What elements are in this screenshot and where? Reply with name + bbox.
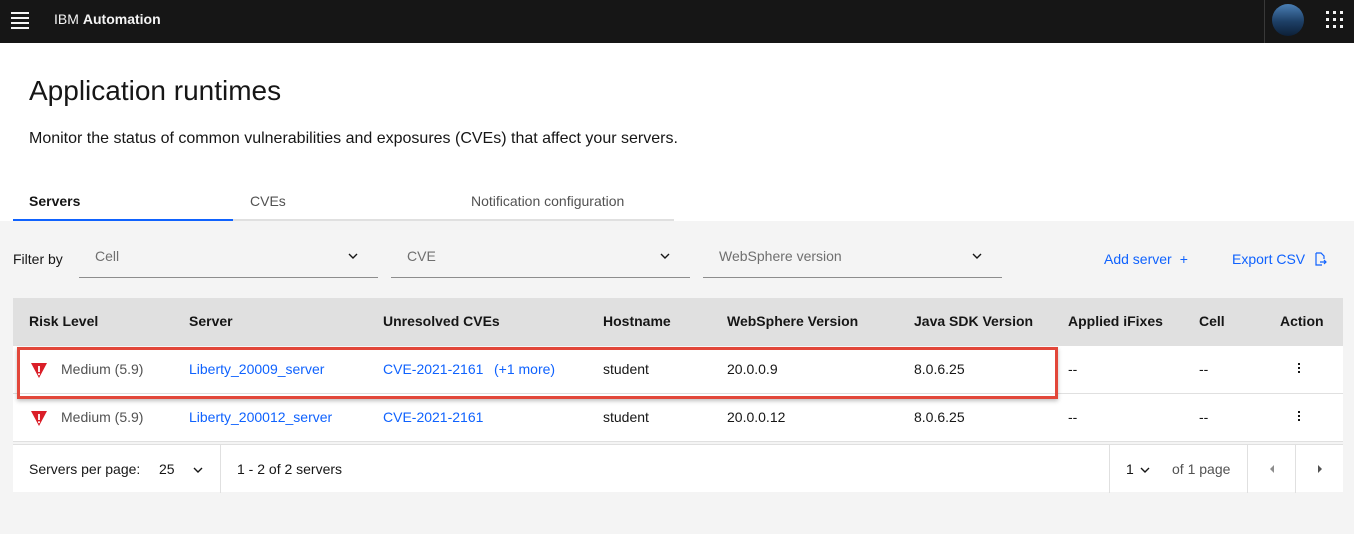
chevron-down-icon	[348, 253, 358, 259]
add-server-label: Add server	[1104, 251, 1172, 267]
column-header-hostname[interactable]: Hostname	[603, 313, 671, 329]
page-description: Monitor the status of common vulnerabili…	[29, 130, 678, 147]
app-switcher-icon[interactable]	[1326, 11, 1344, 29]
cve-link[interactable]: CVE-2021-2161	[383, 361, 483, 377]
next-page-button[interactable]	[1296, 445, 1344, 493]
cell-filter-placeholder: Cell	[95, 248, 120, 264]
table-row[interactable]: Medium (5.9) Liberty_200012_server CVE-2…	[13, 394, 1343, 442]
websphere-version: 20.0.0.12	[727, 409, 786, 425]
java-sdk-version: 8.0.6.25	[914, 361, 965, 377]
previous-page-button[interactable]	[1248, 445, 1296, 493]
filter-label: Filter by	[13, 251, 63, 267]
pager-divider	[220, 445, 221, 493]
export-csv-button[interactable]: Export CSV	[1232, 251, 1327, 267]
java-sdk-version: 8.0.6.25	[914, 409, 965, 425]
warning-triangle-icon	[31, 363, 47, 378]
risk-level: Medium (5.9)	[61, 409, 144, 425]
column-header-risk-level[interactable]: Risk Level	[29, 313, 98, 329]
tab-notification-configuration[interactable]: Notification configuration	[454, 183, 674, 221]
menu-icon[interactable]	[11, 12, 31, 29]
websphere-version: 20.0.0.9	[727, 361, 778, 377]
websphere-version-filter-dropdown[interactable]: WebSphere version	[703, 238, 1002, 278]
add-server-button[interactable]: Add server +	[1104, 251, 1188, 267]
user-avatar[interactable]	[1272, 4, 1304, 36]
column-header-java-sdk-version[interactable]: Java SDK Version	[914, 313, 1033, 329]
server-link[interactable]: Liberty_20009_server	[189, 361, 324, 377]
chevron-down-icon	[1140, 467, 1150, 473]
column-header-server[interactable]: Server	[189, 313, 233, 329]
caret-right-icon	[1318, 465, 1322, 473]
column-header-applied-ifixes[interactable]: Applied iFixes	[1068, 313, 1163, 329]
brand-prefix: IBM	[54, 11, 79, 27]
column-header-websphere-version[interactable]: WebSphere Version	[727, 313, 858, 329]
items-per-page-value: 25	[159, 461, 175, 477]
hostname: student	[603, 409, 649, 425]
tab-servers[interactable]: Servers	[13, 183, 233, 221]
top-navigation-bar: IBM Automation	[0, 0, 1354, 43]
overflow-menu-icon[interactable]	[1297, 411, 1301, 425]
websphere-filter-placeholder: WebSphere version	[719, 248, 842, 264]
caret-left-icon	[1270, 465, 1274, 473]
topbar-divider	[1264, 0, 1265, 43]
chevron-down-icon	[972, 253, 982, 259]
item-range-text: 1 - 2 of 2 servers	[237, 461, 343, 477]
cve-link[interactable]: CVE-2021-2161	[383, 409, 483, 425]
plus-icon: +	[1179, 251, 1188, 267]
applied-ifixes: --	[1068, 409, 1078, 425]
export-icon	[1315, 252, 1327, 266]
more-cves-link[interactable]: (+1 more)	[494, 361, 555, 377]
brand-name: Automation	[82, 11, 161, 27]
export-csv-label: Export CSV	[1232, 251, 1306, 267]
table-row[interactable]: Medium (5.9) Liberty_20009_server CVE-20…	[13, 346, 1343, 394]
page-title: Application runtimes	[29, 75, 282, 106]
overflow-menu-icon[interactable]	[1297, 363, 1301, 377]
chevron-down-icon	[193, 467, 203, 473]
cve-filter-placeholder: CVE	[407, 248, 436, 264]
tab-bar: Servers CVEs Notification configuration	[13, 183, 674, 221]
items-per-page-label: Servers per page:	[29, 461, 141, 477]
cell-filter-dropdown[interactable]: Cell	[79, 238, 378, 278]
column-header-action: Action	[1280, 313, 1324, 329]
total-pages-text: of 1 page	[1172, 461, 1231, 477]
page-number-select[interactable]: 1	[1110, 445, 1158, 493]
server-link[interactable]: Liberty_200012_server	[189, 409, 332, 425]
items-per-page-select[interactable]: 25	[153, 445, 219, 493]
column-header-cell[interactable]: Cell	[1199, 313, 1225, 329]
cell: --	[1199, 361, 1209, 377]
hostname: student	[603, 361, 649, 377]
cell: --	[1199, 409, 1209, 425]
tab-cves[interactable]: CVEs	[233, 183, 454, 221]
page-number-value: 1	[1126, 461, 1134, 477]
applied-ifixes: --	[1068, 361, 1078, 377]
column-header-unresolved-cves[interactable]: Unresolved CVEs	[383, 313, 500, 329]
table-header: Risk Level Server Unresolved CVEs Hostna…	[13, 298, 1343, 346]
warning-triangle-icon	[31, 411, 47, 426]
chevron-down-icon	[660, 253, 670, 259]
risk-level: Medium (5.9)	[61, 361, 144, 377]
pagination-bar: Servers per page: 25 1 - 2 of 2 servers …	[13, 444, 1344, 493]
cve-filter-dropdown[interactable]: CVE	[391, 238, 690, 278]
product-brand[interactable]: IBM Automation	[54, 10, 161, 28]
